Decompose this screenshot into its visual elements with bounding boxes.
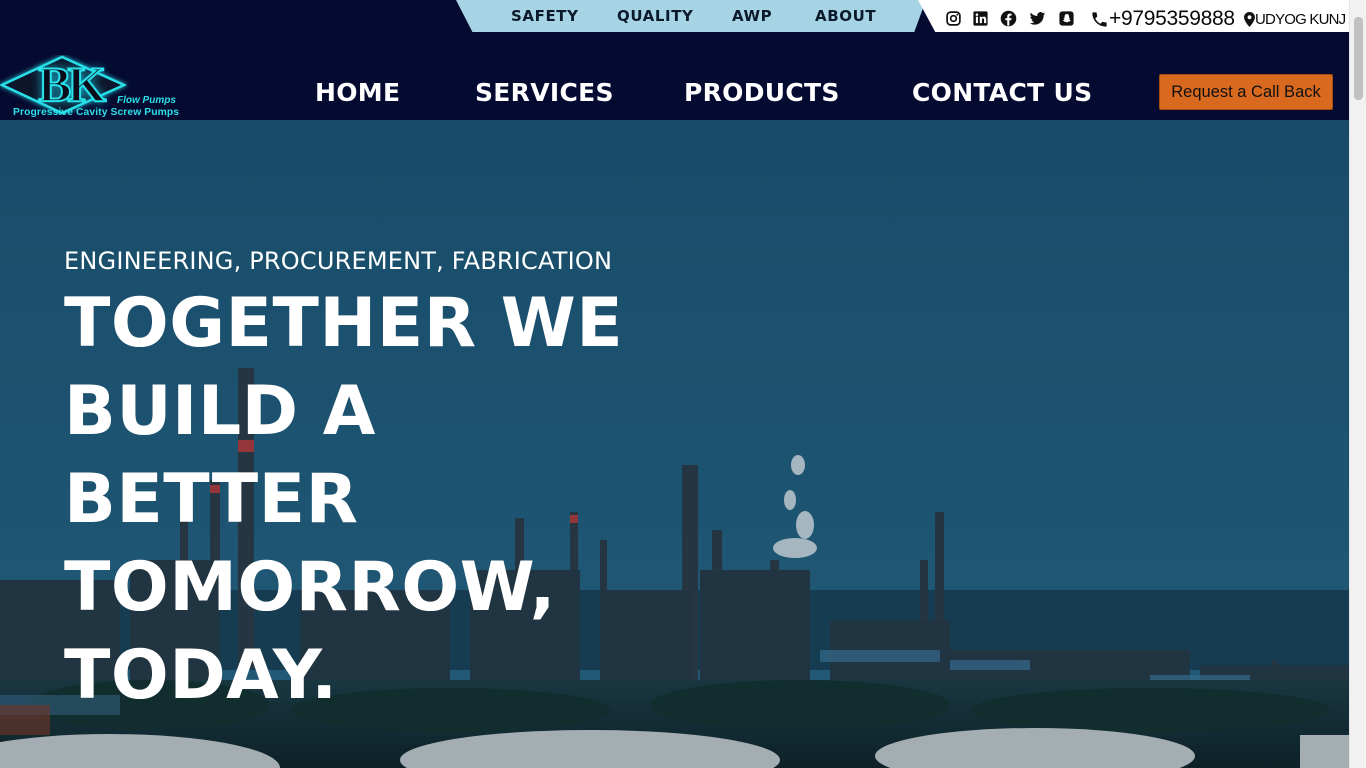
nav-products[interactable]: PRODUCTS: [684, 78, 840, 108]
location-contact[interactable]: UDYOG KUNJ: [1244, 11, 1346, 28]
location-text[interactable]: UDYOG KUNJ: [1255, 11, 1346, 28]
nav-services[interactable]: SERVICES: [475, 78, 614, 108]
hero-title: TOGETHER WE BUILD A BETTER TOMORROW, TOD…: [64, 284, 624, 715]
nav-contact-us[interactable]: CONTACT US: [912, 78, 1092, 108]
top-links-bar: SAFETY QUALITY AWP ABOUT: [456, 0, 926, 32]
page: SAFETY QUALITY AWP ABOUT +9795359888 UDY…: [0, 0, 1366, 768]
site-logo[interactable]: BK Flow Pumps Progressive Cavity Screw P…: [0, 55, 240, 120]
site-header: SAFETY QUALITY AWP ABOUT +9795359888 UDY…: [0, 0, 1349, 120]
logo-mark: BK: [37, 56, 107, 112]
page-scrollbar[interactable]: [1349, 0, 1366, 768]
phone-number[interactable]: +9795359888: [1109, 8, 1235, 30]
instagram-icon[interactable]: [945, 10, 962, 27]
top-link-about[interactable]: ABOUT: [815, 7, 876, 25]
phone-contact[interactable]: +9795359888: [1090, 8, 1235, 30]
hero-kicker: ENGINEERING, PROCUREMENT, FABRICATION: [64, 247, 613, 275]
request-call-back-button[interactable]: Request a Call Back: [1159, 74, 1333, 110]
top-link-safety[interactable]: SAFETY: [511, 7, 579, 25]
snapchat-icon[interactable]: [1058, 10, 1075, 27]
top-link-quality[interactable]: QUALITY: [617, 7, 694, 25]
phone-icon: [1092, 11, 1107, 27]
linkedin-icon[interactable]: [972, 10, 989, 27]
twitter-icon[interactable]: [1029, 10, 1046, 27]
scrollbar-thumb[interactable]: [1354, 17, 1363, 100]
logo-tagline: Flow Pumps: [117, 95, 176, 106]
logo-subtitle: Progressive Cavity Screw Pumps: [13, 107, 180, 118]
hero-section: ENGINEERING, PROCUREMENT, FABRICATION TO…: [0, 120, 1349, 768]
top-link-awp[interactable]: AWP: [732, 7, 772, 25]
nav-home[interactable]: HOME: [315, 78, 400, 108]
facebook-icon[interactable]: [1000, 10, 1017, 27]
map-pin-icon: [1244, 12, 1255, 27]
